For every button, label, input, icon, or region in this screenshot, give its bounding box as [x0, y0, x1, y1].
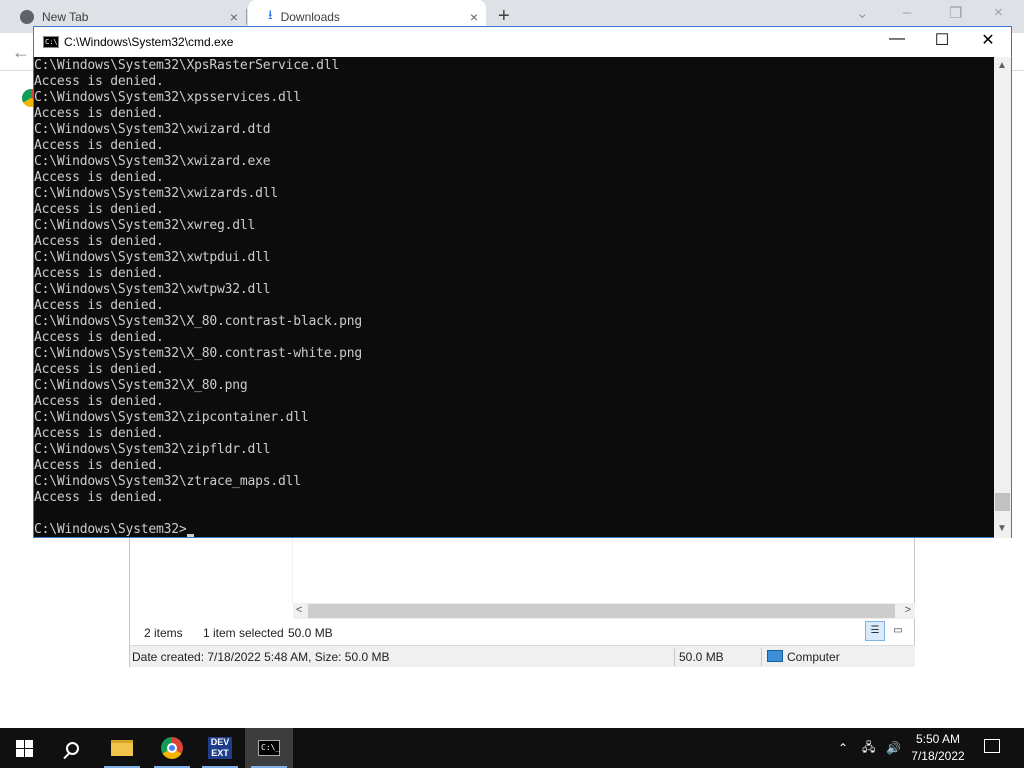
- console-line: Access is denied.: [34, 298, 164, 313]
- folder-icon: [111, 740, 133, 756]
- details-size: 50.0 MB: [679, 650, 724, 664]
- scroll-down-icon[interactable]: ▼: [997, 523, 1007, 534]
- console-line: C:\Windows\System32\zipcontainer.dll: [34, 410, 309, 425]
- start-button[interactable]: [0, 728, 48, 768]
- console-line: C:\Windows\System32\xwtpw32.dll: [34, 282, 271, 297]
- console-line: C:\Windows\System32\xwizards.dll: [34, 186, 279, 201]
- details-location: Computer: [787, 650, 840, 664]
- scroll-right-icon[interactable]: >: [905, 604, 911, 616]
- close-button[interactable]: ✕: [965, 30, 1011, 50]
- maximize-button[interactable]: ☐: [919, 30, 965, 50]
- date: 7/18/2022: [911, 749, 965, 763]
- console-line: C:\Windows\System32\XpsRasterService.dll: [34, 58, 340, 73]
- console-line: Access is denied.: [34, 74, 164, 89]
- details-bar: Date created: 7/18/2022 5:48 AM, Size: 5…: [130, 645, 915, 667]
- cmd-app-icon: C:\_: [43, 36, 62, 48]
- search-icon: [65, 741, 79, 755]
- console-line: Access is denied.: [34, 138, 164, 153]
- minimize-icon[interactable]: –: [903, 4, 911, 21]
- console-line: Access is denied.: [34, 394, 164, 409]
- selection-size: 50.0 MB: [288, 626, 333, 640]
- tab-divider: [246, 9, 247, 25]
- minimize-button[interactable]: —: [874, 30, 920, 48]
- console-output[interactable]: C:\Windows\System32\XpsRasterService.dll…: [34, 57, 996, 538]
- search-button[interactable]: [48, 728, 96, 768]
- back-arrow-icon[interactable]: ←: [12, 42, 30, 63]
- vertical-scrollbar[interactable]: ▲ ▼: [994, 57, 1011, 538]
- download-icon: ⭳: [268, 6, 273, 22]
- computer-icon: [767, 650, 783, 662]
- console-line: Access is denied.: [34, 170, 164, 185]
- scroll-left-icon[interactable]: <: [296, 604, 302, 616]
- command-prompt[interactable]: C:\Windows\System32>: [34, 522, 996, 538]
- file-explorer-window: < > 2 items 1 item selected 50.0 MB ☰ ▭ …: [129, 537, 915, 667]
- close-icon[interactable]: ×: [230, 9, 238, 25]
- console-line: C:\Windows\System32\xwtpdui.dll: [34, 250, 271, 265]
- console-line: C:\Windows\System32\X_80.contrast-black.…: [34, 314, 362, 329]
- cmd-icon: C:\_: [258, 740, 280, 756]
- console-line: C:\Windows\System32\X_80.contrast-white.…: [34, 346, 362, 361]
- divider: [674, 648, 675, 666]
- view-toggle: ☰ ▭: [865, 621, 908, 641]
- console-line: C:\Windows\System32\zipfldr.dll: [34, 442, 271, 457]
- scroll-thumb[interactable]: [995, 493, 1010, 511]
- console-line: Access is denied.: [34, 234, 164, 249]
- console-line: C:\Windows\System32\xwreg.dll: [34, 218, 256, 233]
- window-title: C:\Windows\System32\cmd.exe: [64, 35, 234, 49]
- console-line: Access is denied.: [34, 106, 164, 121]
- close-icon[interactable]: ×: [470, 9, 478, 25]
- console-line: Access is denied.: [34, 490, 164, 505]
- tab-title: New Tab: [42, 9, 89, 24]
- console-line: C:\Windows\System32\xwizard.dtd: [34, 122, 271, 137]
- item-count: 2 items: [144, 626, 183, 640]
- notification-icon[interactable]: [984, 739, 1000, 753]
- details-created: Date created: 7/18/2022 5:48 AM, Size: 5…: [132, 650, 390, 664]
- network-icon[interactable]: 🖧: [862, 728, 875, 768]
- windows-logo-icon: [15, 739, 33, 757]
- tab-search-icon[interactable]: ⌄: [856, 4, 869, 22]
- dev-label-bottom: EXT: [211, 748, 229, 758]
- new-tab-button[interactable]: +: [498, 5, 510, 28]
- dev-app-icon: DEV EXT: [208, 737, 232, 759]
- scroll-thumb[interactable]: [308, 604, 895, 618]
- taskbar-file-explorer[interactable]: [98, 728, 146, 768]
- console-line: C:\Windows\System32\xpsservices.dll: [34, 90, 301, 105]
- taskbar-dev-tool[interactable]: DEV EXT: [196, 728, 244, 768]
- close-icon[interactable]: ×: [994, 4, 1003, 21]
- console-line: Access is denied.: [34, 330, 164, 345]
- chrome-icon: [20, 9, 34, 24]
- volume-icon[interactable]: 🔊: [886, 728, 901, 768]
- text-cursor: [186, 534, 194, 537]
- details-view-icon[interactable]: ☰: [865, 621, 885, 641]
- divider: [761, 648, 762, 666]
- console-line: Access is denied.: [34, 202, 164, 217]
- large-icons-view-icon[interactable]: ▭: [888, 621, 908, 641]
- dev-label-top: DEV: [210, 737, 230, 747]
- scroll-up-icon[interactable]: ▲: [997, 60, 1007, 71]
- console-line: C:\Windows\System32\xwizard.exe: [34, 154, 271, 169]
- navigation-pane[interactable]: [130, 537, 293, 603]
- cmd-window[interactable]: C:\_ C:\Windows\System32\cmd.exe — ☐ ✕ C…: [33, 26, 1012, 538]
- taskbar: DEV EXT C:\_ ⌃ 🖧 🔊 5:50 AM 7/18/2022: [0, 728, 1024, 768]
- console-line: Access is denied.: [34, 426, 164, 441]
- console-line: C:\Windows\System32\ztrace_maps.dll: [34, 474, 301, 489]
- cmd-titlebar[interactable]: C:\_ C:\Windows\System32\cmd.exe — ☐ ✕: [34, 27, 1011, 57]
- prompt-text: C:\Windows\System32>: [34, 522, 187, 537]
- taskbar-cmd[interactable]: C:\_: [245, 728, 293, 768]
- tab-title: Downloads: [280, 9, 340, 24]
- time: 5:50 AM: [915, 732, 961, 746]
- restore-icon[interactable]: ❐: [949, 4, 962, 22]
- tray-overflow-icon[interactable]: ⌃: [838, 728, 848, 768]
- taskbar-chrome[interactable]: [148, 728, 196, 768]
- console-line: Access is denied.: [34, 458, 164, 473]
- console-line: C:\Windows\System32\X_80.png: [34, 378, 248, 393]
- console-line: Access is denied.: [34, 266, 164, 281]
- selection-count: 1 item selected: [203, 626, 284, 640]
- horizontal-scrollbar[interactable]: < >: [293, 603, 915, 619]
- console-line: Access is denied.: [34, 362, 164, 377]
- chrome-icon: [161, 737, 183, 759]
- clock[interactable]: 5:50 AM 7/18/2022: [905, 731, 971, 765]
- explorer-status-bar: 2 items 1 item selected 50.0 MB: [130, 623, 915, 643]
